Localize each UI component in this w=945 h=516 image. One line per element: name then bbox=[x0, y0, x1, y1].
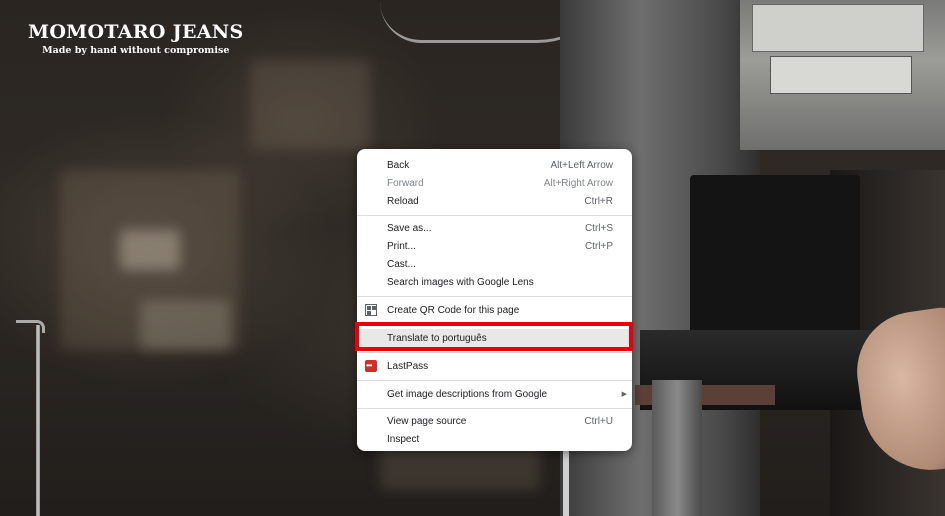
menu-item-label: Cast... bbox=[387, 259, 416, 270]
machine-label bbox=[770, 56, 912, 94]
qr-code-icon bbox=[365, 304, 377, 316]
menu-item-google-lens[interactable]: Search images with Google Lens bbox=[357, 274, 632, 292]
menu-separator bbox=[357, 408, 632, 409]
menu-item-forward: Forward Alt+Right Arrow bbox=[357, 175, 632, 193]
menu-item-label: Forward bbox=[387, 178, 424, 189]
menu-item-view-page-source[interactable]: View page source Ctrl+U bbox=[357, 413, 632, 431]
menu-item-label: Inspect bbox=[387, 434, 420, 445]
menu-separator bbox=[357, 215, 632, 216]
menu-item-back[interactable]: Back Alt+Left Arrow bbox=[357, 157, 632, 175]
menu-separator bbox=[357, 296, 632, 297]
menu-item-cast[interactable]: Cast... bbox=[357, 256, 632, 274]
menu-item-shortcut: Ctrl+S bbox=[584, 223, 613, 234]
menu-item-save-as[interactable]: Save as... Ctrl+S bbox=[357, 220, 632, 238]
menu-item-label: Save as... bbox=[387, 223, 432, 234]
menu-item-label: Translate to português bbox=[387, 333, 487, 344]
menu-separator bbox=[357, 352, 632, 353]
menu-item-label: View page source bbox=[387, 416, 467, 427]
menu-item-print[interactable]: Print... Ctrl+P bbox=[357, 238, 632, 256]
menu-item-image-descriptions[interactable]: Get image descriptions from Google ▶ bbox=[357, 385, 632, 404]
menu-item-label: Print... bbox=[387, 241, 416, 252]
brand-title: MOMOTARO JEANS bbox=[28, 21, 244, 43]
menu-item-shortcut: Alt+Right Arrow bbox=[543, 178, 613, 189]
brand-logo[interactable]: MOMOTARO JEANS Made by hand without comp… bbox=[28, 22, 243, 58]
menu-item-shortcut: Alt+Left Arrow bbox=[550, 160, 613, 171]
menu-item-inspect[interactable]: Inspect bbox=[357, 431, 632, 449]
menu-item-reload[interactable]: Reload Ctrl+R bbox=[357, 193, 632, 211]
machine-label-top bbox=[752, 4, 924, 52]
context-menu: Back Alt+Left Arrow Forward Alt+Right Ar… bbox=[357, 149, 632, 451]
brand-tagline: Made by hand without compromise bbox=[42, 45, 230, 56]
menu-separator bbox=[357, 324, 632, 325]
menu-item-shortcut: Ctrl+U bbox=[584, 416, 613, 427]
menu-item-lastpass[interactable]: LastPass bbox=[357, 356, 632, 376]
menu-item-shortcut: Ctrl+P bbox=[584, 241, 613, 252]
menu-item-create-qr-code[interactable]: Create QR Code for this page bbox=[357, 301, 632, 320]
lastpass-icon bbox=[365, 356, 377, 375]
menu-separator bbox=[357, 380, 632, 381]
menu-item-label: LastPass bbox=[387, 361, 429, 372]
menu-item-translate[interactable]: Translate to português bbox=[357, 329, 632, 348]
menu-item-label: Create QR Code for this page bbox=[387, 305, 520, 316]
menu-item-label: Get image descriptions from Google bbox=[387, 389, 548, 400]
menu-item-label: Search images with Google Lens bbox=[387, 277, 534, 288]
menu-item-shortcut: Ctrl+R bbox=[584, 196, 613, 207]
menu-item-label: Reload bbox=[387, 196, 419, 207]
submenu-arrow-icon: ▶ bbox=[621, 391, 627, 398]
needle bbox=[36, 325, 40, 516]
menu-item-label: Back bbox=[387, 160, 410, 171]
